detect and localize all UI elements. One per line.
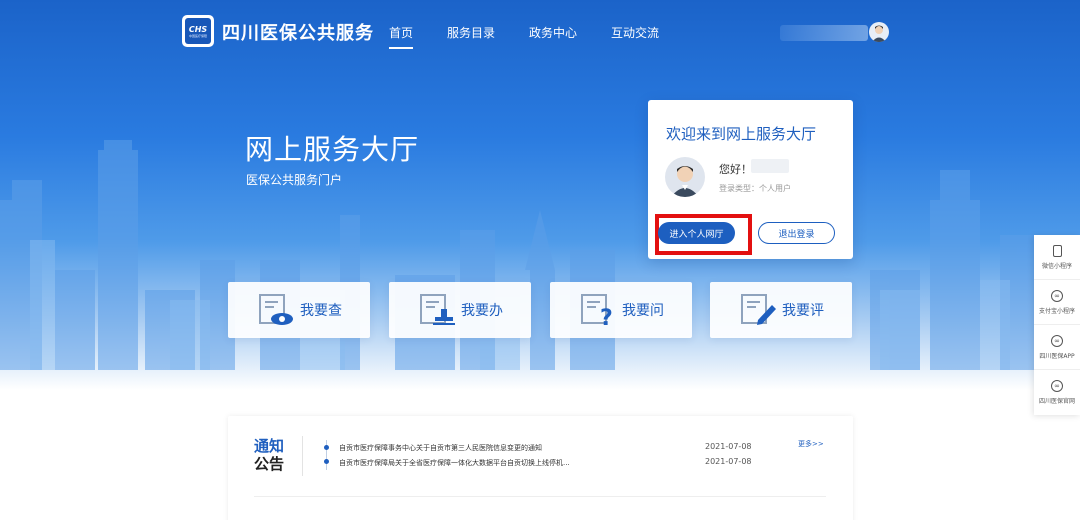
link-icon: ∞ [1051, 334, 1063, 347]
service-label: 我要评 [782, 303, 824, 319]
service-label: 我要办 [461, 303, 503, 319]
nav-item-service-catalog[interactable]: 服务目录 [447, 24, 495, 41]
notice-heading-line2: 公告 [254, 455, 285, 473]
notice-panel: 通知 公告 自贡市医疗保障事务中心关于自贡市第三人民医院信息变更的通知 2021… [228, 416, 853, 520]
nav-item-home[interactable]: 首页 [389, 24, 414, 49]
greeting-text: 您好！ [719, 163, 752, 176]
nav-item-interaction[interactable]: 互动交流 [611, 24, 659, 41]
user-avatar-icon[interactable] [869, 22, 889, 42]
hero-title: 网上服务大厅 [245, 133, 420, 166]
timeline-dot [324, 445, 329, 450]
main-nav: 首页 服务目录 政务中心 互动交流 [389, 24, 693, 49]
service-label: 我要查 [300, 303, 342, 319]
sidebar-item-label: 四川医保APP [1039, 352, 1075, 360]
notice-item-link[interactable]: 自贡市医疗保障局关于全省医疗保障一体化大数据平台自贡切换上线停机... [339, 458, 570, 468]
stamp-icon [420, 294, 455, 325]
divider [302, 436, 303, 476]
top-header: CHS 中国医疗保障 四川医保公共服务 首页 服务目录 政务中心 互动交流 [0, 0, 1080, 64]
magnifier-eye-icon [259, 294, 293, 325]
city-skyline-illustration [0, 140, 1080, 370]
user-type-text: 登录类型：个人用户 [719, 184, 791, 193]
sidebar-item-wechat[interactable]: 微信小程序 [1034, 235, 1080, 280]
sidebar-item-label: 四川医保官网 [1038, 398, 1075, 405]
service-evaluate-button[interactable]: 我要评 [710, 282, 852, 338]
divider [254, 496, 826, 497]
service-query-button[interactable]: 我要查 [228, 282, 370, 338]
username-redacted [751, 159, 789, 173]
sidebar-item-official-site[interactable]: ∞ 四川医保官网 [1034, 370, 1080, 415]
chs-logo[interactable]: CHS 中国医疗保障 [182, 15, 214, 47]
logo-text: CHS [188, 24, 208, 34]
timeline-dot [324, 459, 329, 464]
username-redacted[interactable] [780, 25, 868, 41]
link-icon: ∞ [1051, 289, 1063, 302]
service-label: 我要问 [622, 303, 664, 319]
chs-logo-mark: CHS 中国医疗保障 [185, 18, 211, 44]
sidebar-item-label: 支付宝小程序 [1038, 307, 1075, 315]
more-link[interactable]: 更多>> [798, 439, 824, 449]
notice-heading-line1: 通知 [254, 437, 285, 455]
notice-heading: 通知 公告 [254, 437, 304, 473]
link-icon: ∞ [1051, 380, 1063, 392]
service-handle-button[interactable]: 我要办 [389, 282, 531, 338]
question-icon: ? [581, 294, 613, 327]
notice-item-link[interactable]: 自贡市医疗保障事务中心关于自贡市第三人民医院信息变更的通知 [339, 443, 542, 453]
login-card: 欢迎来到网上服务大厅 您好！ 登录类型：个人用户 进入个人网厅 退出登录 [648, 100, 853, 259]
service-ask-button[interactable]: ? 我要问 [550, 282, 692, 338]
sidebar-item-label: 微信小程序 [1041, 262, 1072, 270]
sidebar-item-app[interactable]: ∞ 四川医保APP [1034, 325, 1080, 370]
svg-text:?: ? [600, 306, 613, 327]
card-title: 欢迎来到网上服务大厅 [666, 125, 817, 143]
notice-date: 2021-07-08 [705, 457, 752, 466]
sidebar-item-alipay[interactable]: ∞ 支付宝小程序 [1034, 280, 1080, 325]
user-avatar-icon [665, 157, 705, 197]
phone-icon [1052, 244, 1062, 257]
hero-subtitle: 医保公共服务门户 [246, 173, 343, 187]
pen-icon [741, 294, 776, 325]
notice-date: 2021-07-08 [705, 442, 752, 451]
logout-button[interactable]: 退出登录 [758, 222, 835, 244]
enter-personal-hall-button[interactable]: 进入个人网厅 [658, 222, 735, 244]
logo-subtext: 中国医疗保障 [188, 33, 207, 38]
site-title: 四川医保公共服务 [222, 23, 374, 44]
nav-item-government-center[interactable]: 政务中心 [529, 24, 577, 41]
right-floating-sidebar: 微信小程序 ∞ 支付宝小程序 ∞ 四川医保APP ∞ 四川医保官网 [1034, 235, 1080, 415]
